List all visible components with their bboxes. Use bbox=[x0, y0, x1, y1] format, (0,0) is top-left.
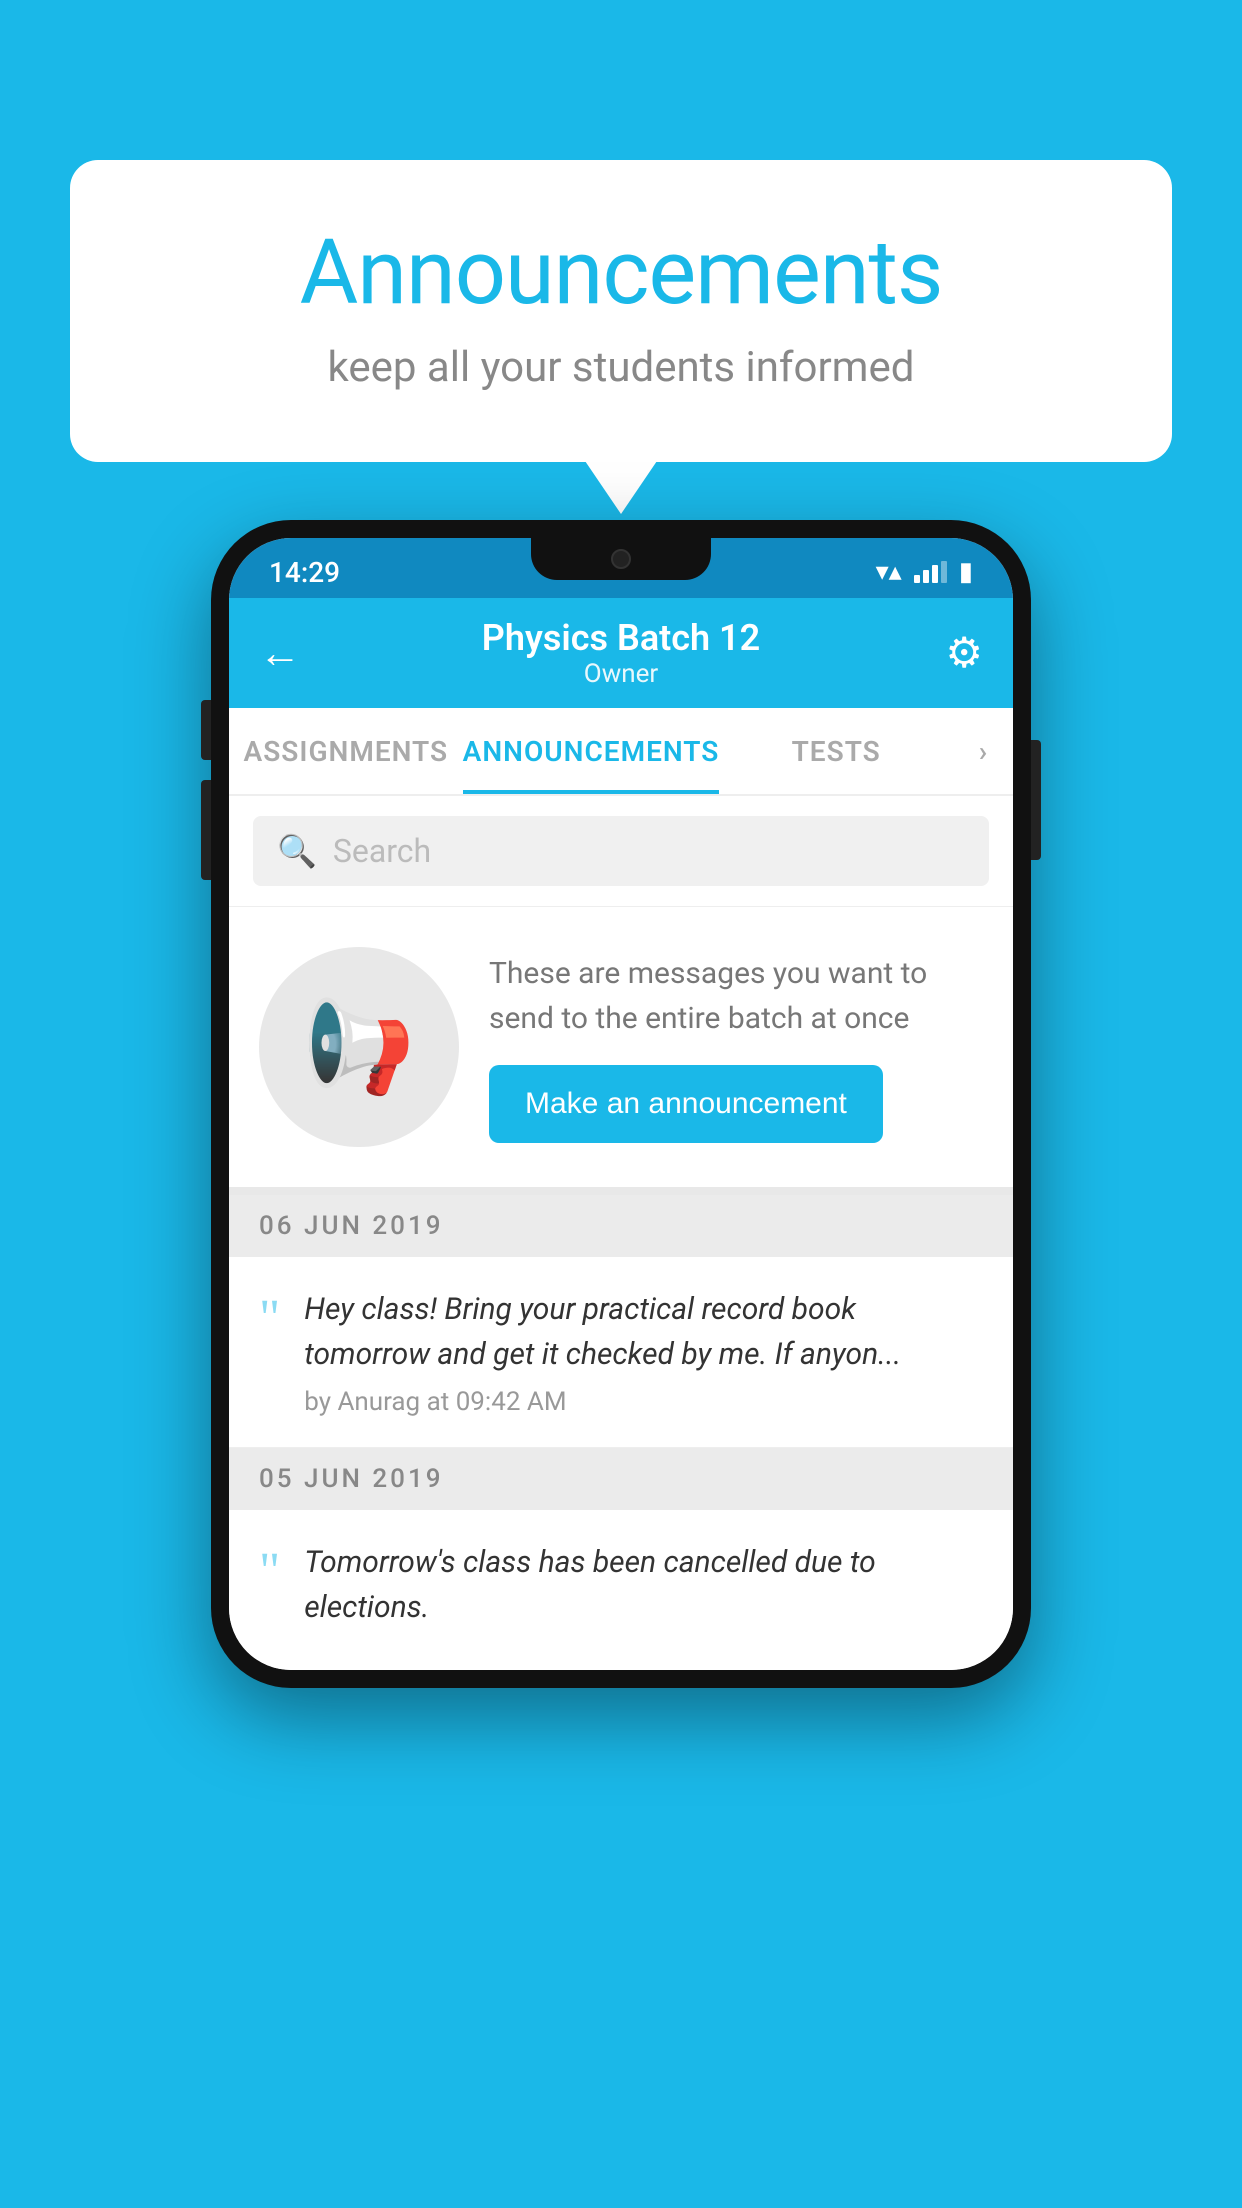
promo-content: These are messages you want to send to t… bbox=[489, 951, 983, 1143]
phone-frame: 14:29 ▾▴ ▮ ← Physics Batch 12 Owner ⚙ bbox=[211, 520, 1031, 1688]
wifi-icon: ▾▴ bbox=[876, 557, 902, 587]
settings-button[interactable]: ⚙ bbox=[945, 628, 983, 678]
announcement-text-2: Tomorrow's class has been cancelled due … bbox=[304, 1540, 983, 1630]
search-container: 🔍 Search bbox=[229, 796, 1013, 907]
announcement-item-2[interactable]: " Tomorrow's class has been cancelled du… bbox=[229, 1510, 1013, 1670]
tab-more[interactable]: › bbox=[953, 708, 1013, 794]
phone-wrapper: 14:29 ▾▴ ▮ ← Physics Batch 12 Owner ⚙ bbox=[211, 520, 1031, 1688]
date-separator-1: 06 JUN 2019 bbox=[229, 1195, 1013, 1257]
tabs-bar: ASSIGNMENTS ANNOUNCEMENTS TESTS › bbox=[229, 708, 1013, 796]
signal-bars-icon bbox=[914, 561, 947, 583]
speech-bubble-section: Announcements keep all your students inf… bbox=[70, 160, 1172, 462]
quote-icon-2: " bbox=[259, 1546, 280, 1598]
notch bbox=[531, 538, 711, 580]
battery-icon: ▮ bbox=[959, 557, 973, 587]
camera bbox=[611, 549, 631, 569]
search-box[interactable]: 🔍 Search bbox=[253, 816, 989, 886]
announcement-content-2: Tomorrow's class has been cancelled due … bbox=[304, 1540, 983, 1640]
promo-description: These are messages you want to send to t… bbox=[489, 951, 983, 1041]
announcement-meta-1: by Anurag at 09:42 AM bbox=[304, 1387, 983, 1417]
promo-section: 📢 These are messages you want to send to… bbox=[229, 907, 1013, 1195]
quote-icon-1: " bbox=[259, 1293, 280, 1345]
power-button bbox=[1031, 740, 1041, 860]
volume-button-1 bbox=[201, 700, 211, 760]
announcements-subtitle: keep all your students informed bbox=[150, 343, 1092, 392]
app-bar: ← Physics Batch 12 Owner ⚙ bbox=[229, 598, 1013, 708]
batch-subtitle: Owner bbox=[482, 659, 760, 689]
tab-announcements[interactable]: ANNOUNCEMENTS bbox=[463, 708, 720, 794]
search-icon: 🔍 bbox=[277, 832, 317, 870]
announcements-title: Announcements bbox=[150, 220, 1092, 325]
date-separator-2: 05 JUN 2019 bbox=[229, 1448, 1013, 1510]
volume-button-2 bbox=[201, 780, 211, 880]
speech-bubble-card: Announcements keep all your students inf… bbox=[70, 160, 1172, 462]
announcement-content-1: Hey class! Bring your practical record b… bbox=[304, 1287, 983, 1417]
phone-screen: 14:29 ▾▴ ▮ ← Physics Batch 12 Owner ⚙ bbox=[229, 538, 1013, 1670]
announcement-item-1[interactable]: " Hey class! Bring your practical record… bbox=[229, 1257, 1013, 1448]
tab-assignments[interactable]: ASSIGNMENTS bbox=[229, 708, 463, 794]
app-bar-center: Physics Batch 12 Owner bbox=[482, 617, 760, 689]
batch-title: Physics Batch 12 bbox=[482, 617, 760, 659]
status-time: 14:29 bbox=[269, 556, 340, 589]
status-icons: ▾▴ ▮ bbox=[876, 557, 973, 587]
promo-icon-circle: 📢 bbox=[259, 947, 459, 1147]
back-button[interactable]: ← bbox=[259, 629, 319, 678]
announcement-text-1: Hey class! Bring your practical record b… bbox=[304, 1287, 983, 1377]
make-announcement-button[interactable]: Make an announcement bbox=[489, 1065, 883, 1143]
search-placeholder: Search bbox=[333, 832, 431, 870]
tab-tests[interactable]: TESTS bbox=[719, 708, 953, 794]
megaphone-icon: 📢 bbox=[303, 995, 415, 1100]
